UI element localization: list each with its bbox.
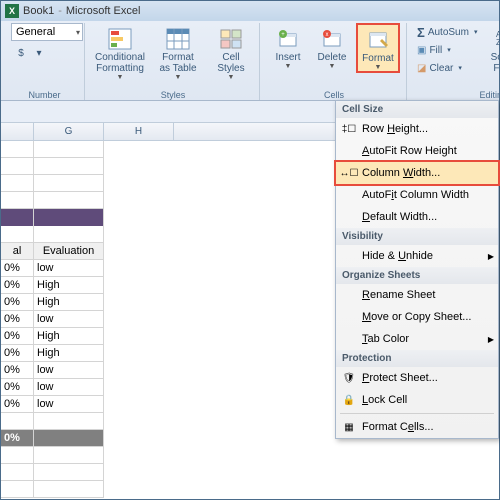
group-editing: Editing xyxy=(409,90,500,100)
protect-icon: 🛡 xyxy=(340,370,358,386)
svg-text:x: x xyxy=(326,32,329,38)
cell[interactable]: High xyxy=(34,277,103,294)
insert-button[interactable]: + Insert▼ xyxy=(268,23,308,71)
menu-autofit-col[interactable]: AutoFit Column Width xyxy=(336,184,498,206)
cell[interactable]: Evaluation xyxy=(34,243,103,260)
cell[interactable]: High xyxy=(34,328,103,345)
title-sep: - xyxy=(58,5,62,17)
cell[interactable]: High xyxy=(34,345,103,362)
autosum-button[interactable]: ΣAutoSum▾ xyxy=(415,23,479,41)
col-header[interactable]: G xyxy=(34,123,104,140)
currency-icon[interactable]: $ xyxy=(11,43,31,63)
cell[interactable] xyxy=(34,413,103,430)
cell[interactable]: 0% xyxy=(1,345,33,362)
lock-icon: 🔒 xyxy=(340,392,358,408)
menu-default-width[interactable]: Default Width... xyxy=(336,206,498,228)
cell[interactable]: 0% xyxy=(1,294,33,311)
cell[interactable]: 0% xyxy=(1,328,33,345)
menu-format-cells[interactable]: ▦Format Cells... xyxy=(336,416,498,438)
cell[interactable] xyxy=(34,430,103,447)
sigma-icon: Σ xyxy=(417,25,425,40)
format-cells-icon: ▦ xyxy=(340,419,358,435)
cell[interactable]: 0% xyxy=(1,277,33,294)
fill-icon: ▣ xyxy=(417,45,426,56)
cell[interactable]: 0% xyxy=(1,362,33,379)
col-width-icon: ↔☐ xyxy=(340,165,358,181)
cell[interactable]: low xyxy=(34,362,103,379)
cell[interactable] xyxy=(34,464,103,481)
menu-autofit-row[interactable]: AutoFit Row Height xyxy=(336,140,498,162)
menu-protect-sheet[interactable]: 🛡Protect Sheet... xyxy=(336,367,498,389)
menu-lock-cell[interactable]: 🔒Lock Cell xyxy=(336,389,498,411)
cell[interactable] xyxy=(1,447,33,464)
cell[interactable] xyxy=(1,141,33,158)
cell[interactable] xyxy=(1,226,33,243)
menu-tab-color[interactable]: Tab Color▶ xyxy=(336,328,498,350)
cell[interactable] xyxy=(1,413,33,430)
row-height-icon: ‡☐ xyxy=(340,121,358,137)
cell[interactable] xyxy=(1,481,33,498)
group-cells: Cells xyxy=(262,90,406,100)
format-as-table-button[interactable]: Format as Table▼ xyxy=(151,23,205,82)
svg-text:+: + xyxy=(281,32,285,38)
sort-filter-button[interactable]: AZ Sort & Filter▼ xyxy=(483,23,500,82)
excel-icon: X xyxy=(5,4,19,18)
ribbon: General $ ▾ Number Conditional Formattin… xyxy=(1,21,499,101)
cell[interactable]: low xyxy=(34,379,103,396)
cell[interactable]: low xyxy=(34,260,103,277)
percent-icon[interactable]: ▾ xyxy=(32,43,46,63)
group-styles: Styles xyxy=(87,90,259,100)
clear-button[interactable]: ◪Clear▾ xyxy=(415,59,479,77)
app-title: Microsoft Excel xyxy=(66,5,141,17)
menu-move-copy[interactable]: Move or Copy Sheet... xyxy=(336,306,498,328)
cell-styles-button[interactable]: Cell Styles▼ xyxy=(209,23,253,82)
cell[interactable] xyxy=(34,141,103,158)
menu-section-protection: Protection xyxy=(336,350,498,367)
cell[interactable] xyxy=(34,158,103,175)
cell[interactable] xyxy=(1,175,33,192)
menu-hide-unhide[interactable]: Hide & Unhide▶ xyxy=(336,245,498,267)
cell[interactable] xyxy=(34,226,103,243)
cell[interactable] xyxy=(34,481,103,498)
eraser-icon: ◪ xyxy=(417,63,426,74)
cell[interactable] xyxy=(34,447,103,464)
title-bar: X Book1 - Microsoft Excel xyxy=(1,1,499,21)
cell[interactable] xyxy=(1,158,33,175)
menu-row-height[interactable]: ‡☐Row Height... xyxy=(336,118,498,140)
cell[interactable]: High xyxy=(34,294,103,311)
doc-title: Book1 xyxy=(23,5,54,17)
cell[interactable]: low xyxy=(34,396,103,413)
col-header[interactable]: H xyxy=(104,123,174,140)
menu-section-visibility: Visibility xyxy=(336,228,498,245)
cell[interactable] xyxy=(34,209,103,226)
menu-rename-sheet[interactable]: Rename Sheet xyxy=(336,284,498,306)
cell[interactable]: low xyxy=(34,311,103,328)
cell[interactable] xyxy=(1,464,33,481)
cell[interactable]: 0% xyxy=(1,311,33,328)
cell[interactable]: 0% xyxy=(1,379,33,396)
group-number: Number xyxy=(5,90,84,100)
conditional-formatting-button[interactable]: Conditional Formatting▼ xyxy=(93,23,147,82)
menu-column-width[interactable]: ↔☐Column Width... xyxy=(336,162,498,184)
cell[interactable] xyxy=(1,192,33,209)
cell[interactable] xyxy=(1,209,33,226)
cell[interactable] xyxy=(34,192,103,209)
menu-section-organize: Organize Sheets xyxy=(336,267,498,284)
number-format-select[interactable]: General xyxy=(11,23,83,41)
fill-button[interactable]: ▣Fill▾ xyxy=(415,41,479,59)
svg-text:Z: Z xyxy=(496,38,500,47)
format-dropdown-menu: Cell Size ‡☐Row Height... AutoFit Row He… xyxy=(335,100,499,439)
cell[interactable] xyxy=(34,175,103,192)
delete-button[interactable]: x Delete▼ xyxy=(312,23,352,71)
cell[interactable]: 0% xyxy=(1,430,33,447)
cell[interactable]: 0% xyxy=(1,396,33,413)
cell[interactable]: 0% xyxy=(1,260,33,277)
cell[interactable]: al xyxy=(1,243,33,260)
format-button[interactable]: Format▼ xyxy=(356,23,400,73)
menu-section-cellsize: Cell Size xyxy=(336,101,498,118)
